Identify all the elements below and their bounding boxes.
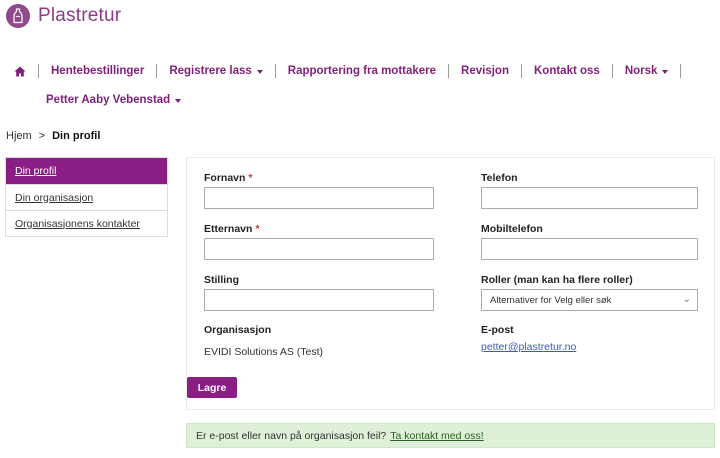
nav-item-kontakt-oss[interactable]: Kontakt oss	[534, 65, 600, 77]
breadcrumb-separator: >	[38, 130, 46, 142]
phone-label: Telefon	[481, 172, 518, 184]
nav-item-revisjon[interactable]: Revisjon	[461, 65, 509, 77]
nav-item-registrere-lass[interactable]: Registrere lass	[169, 65, 263, 77]
nav-item-language[interactable]: Norsk	[625, 65, 669, 77]
organisation-label: Organisasjon	[204, 324, 272, 336]
first-name-label-text: Fornavn	[204, 172, 246, 184]
save-button[interactable]: Lagre	[187, 377, 237, 398]
breadcrumb-home-link[interactable]: Hjem	[6, 130, 32, 142]
last-name-input[interactable]	[204, 238, 434, 260]
organisation-value: EVIDI Solutions AS (Test)	[204, 346, 324, 358]
required-mark: *	[248, 172, 253, 184]
nav-divider	[274, 64, 276, 78]
sidebar-item-din-profil[interactable]: Din profil	[6, 158, 167, 184]
brand-logo[interactable]: Plastretur	[6, 4, 121, 28]
first-name-input[interactable]	[204, 187, 434, 209]
nav-item-label: Norsk	[624, 65, 658, 77]
mobile-input[interactable]	[481, 238, 698, 260]
nav-divider	[38, 64, 39, 78]
nav-item-label: Kontakt oss	[533, 65, 600, 77]
profile-sidebar: Din profil Din organisasjon Organisasjon…	[5, 157, 168, 237]
nav-item-label: Registrere lass	[169, 65, 252, 77]
correction-notice: Er e-post eller navn på organisasjon fei…	[186, 423, 715, 448]
last-name-label: Etternavn *	[204, 223, 260, 235]
nav-divider	[156, 64, 158, 78]
nav-item-hentebestillinger[interactable]: Hentebestillinger	[51, 65, 144, 77]
nav-home-link[interactable]	[14, 66, 26, 77]
nav-item-label: Revisjon	[461, 65, 509, 77]
nav-item-label: Hentebestillinger	[51, 65, 145, 77]
contact-us-link[interactable]: Ta kontakt med oss!	[390, 430, 483, 442]
required-mark: *	[255, 223, 260, 235]
email-label: E-post	[481, 324, 514, 336]
position-label: Stilling	[204, 274, 239, 286]
nav-divider	[611, 64, 613, 78]
roles-select[interactable]: Alternativer for Velg eller søk ⌄	[481, 289, 698, 311]
roles-label: Roller (man kan ha flere roller)	[481, 274, 633, 286]
caret-down-icon	[175, 98, 182, 103]
sidebar-item-din-organisasjon[interactable]: Din organisasjon	[6, 184, 167, 210]
profile-form-panel: Fornavn * Etternavn * Stilling Organisasjo…	[186, 157, 715, 410]
home-icon	[14, 66, 26, 76]
caret-down-icon	[256, 69, 263, 74]
caret-down-icon	[662, 69, 669, 74]
user-name: Petter Aaby Vebenstad	[46, 94, 171, 106]
last-name-label-text: Etternavn	[204, 223, 253, 235]
nav-divider	[448, 64, 450, 78]
position-input[interactable]	[204, 289, 434, 311]
roles-select-placeholder: Alternativer for Velg eller søk	[490, 294, 612, 306]
nav-divider	[680, 64, 682, 78]
main-nav: Hentebestillinger Registrere lass Rappor…	[14, 62, 693, 80]
notice-text: Er e-post eller navn på organisasjon fei…	[196, 429, 387, 442]
email-link[interactable]: petter@plastretur.no	[481, 341, 576, 353]
logo-bottle-icon	[6, 4, 30, 28]
chevron-down-icon: ⌄	[682, 294, 691, 305]
nav-user-menu[interactable]: Petter Aaby Vebenstad	[46, 94, 182, 106]
sidebar-item-organisasjonens-kontakter[interactable]: Organisasjonens kontakter	[6, 210, 167, 236]
brand-name: Plastretur	[38, 5, 122, 26]
first-name-label: Fornavn *	[204, 172, 253, 184]
nav-item-label: Rapportering fra mottakere	[287, 65, 437, 77]
breadcrumb-current: Din profil	[52, 130, 101, 142]
breadcrumb: Hjem > Din profil	[6, 130, 100, 142]
mobile-label: Mobiltelefon	[481, 223, 543, 235]
nav-divider	[520, 64, 522, 78]
nav-item-rapportering[interactable]: Rapportering fra mottakere	[288, 65, 436, 77]
phone-input[interactable]	[481, 187, 698, 209]
